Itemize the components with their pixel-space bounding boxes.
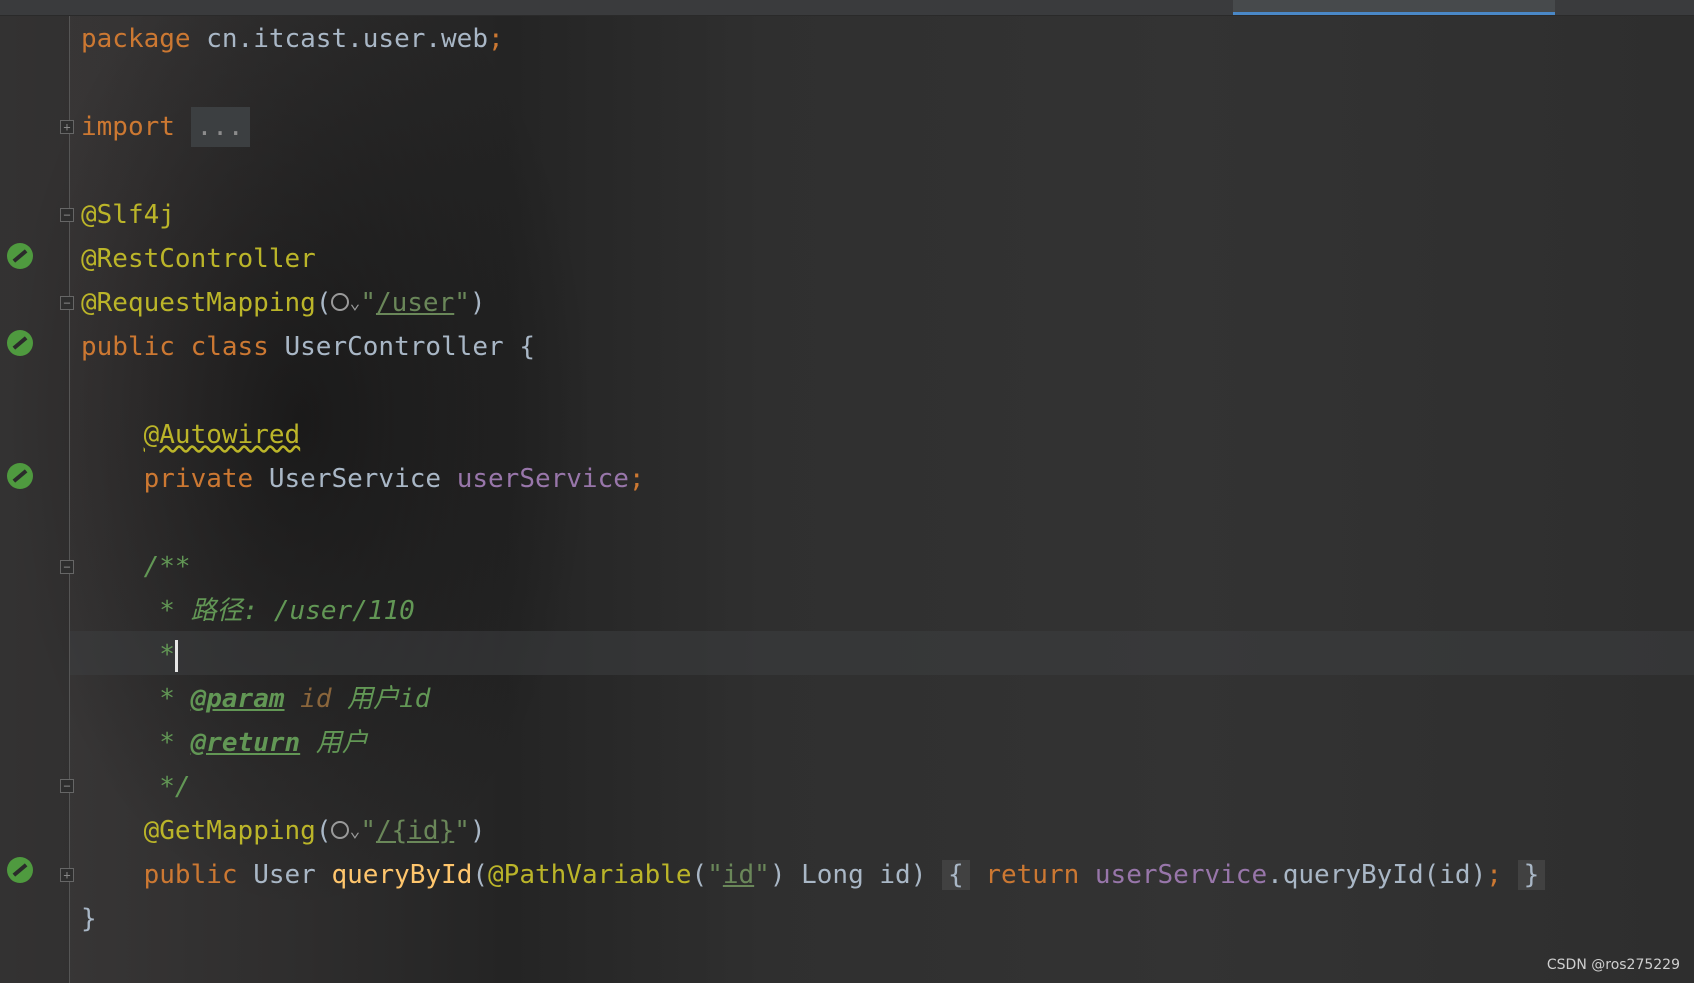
code-line-doc: * 路径: /user/110 bbox=[143, 596, 415, 626]
fold-icon[interactable]: − bbox=[60, 779, 74, 793]
code-area[interactable]: package cn.itcast.user.web; import ... @… bbox=[81, 17, 1681, 941]
watermark: CSDN @ros275229 bbox=[1546, 957, 1680, 973]
fold-icon[interactable]: + bbox=[60, 120, 74, 134]
spring-bean-icon[interactable] bbox=[7, 330, 33, 356]
fold-icon[interactable]: − bbox=[60, 560, 74, 574]
spring-bean-icon[interactable] bbox=[7, 463, 33, 489]
code-line-doc: */ bbox=[143, 772, 191, 802]
code-line-field: private UserService userService; bbox=[143, 464, 645, 494]
code-line-doc: /** bbox=[143, 552, 191, 582]
code-line-class-decl: public class UserController { bbox=[81, 332, 535, 362]
code-line-package: package cn.itcast.user.web; bbox=[81, 24, 504, 54]
globe-icon[interactable] bbox=[331, 820, 350, 839]
spring-bean-icon[interactable] bbox=[7, 857, 33, 883]
code-line-annotation: @RequestMapping(⌄"/user") bbox=[81, 288, 486, 318]
code-line-annotation: @RestController bbox=[81, 244, 316, 274]
code-line-import: import ... bbox=[81, 105, 1681, 149]
code-line-doc: * @param id 用户id bbox=[143, 684, 431, 714]
editor-gutter bbox=[0, 16, 70, 983]
code-line-doc-current: * bbox=[81, 633, 1681, 677]
text-caret bbox=[174, 639, 178, 672]
fold-icon[interactable]: − bbox=[60, 296, 74, 310]
code-line-annotation: @GetMapping(⌄"/{id}") bbox=[143, 816, 486, 846]
code-line-annotation: @Slf4j bbox=[81, 200, 175, 230]
code-line-doc: * @return 用户 bbox=[143, 728, 368, 758]
globe-icon[interactable] bbox=[331, 292, 350, 311]
tab-active-file[interactable] bbox=[1233, 0, 1555, 15]
code-line-method: public User queryById(@PathVariable("id"… bbox=[81, 853, 1681, 897]
spring-bean-icon[interactable] bbox=[7, 243, 33, 269]
editor-tab-bar bbox=[0, 0, 1694, 16]
chevron-down-icon[interactable]: ⌄ bbox=[349, 821, 360, 842]
folded-imports[interactable]: ... bbox=[190, 107, 250, 147]
code-line-close: } bbox=[81, 904, 97, 934]
gutter-separator bbox=[69, 16, 70, 983]
code-line-annotation: @Autowired bbox=[143, 420, 301, 450]
fold-icon[interactable]: + bbox=[60, 868, 74, 882]
chevron-down-icon[interactable]: ⌄ bbox=[349, 293, 360, 314]
fold-icon[interactable]: − bbox=[60, 208, 74, 222]
